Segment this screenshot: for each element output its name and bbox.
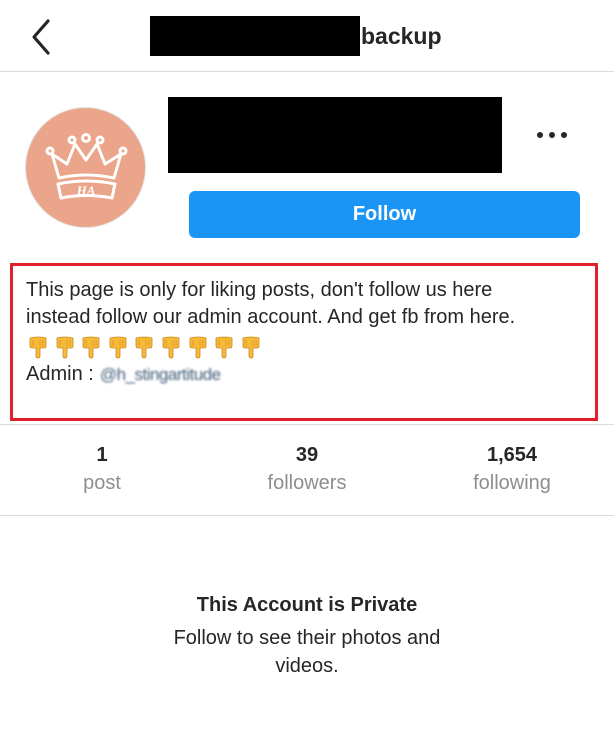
- pointing-down-emoji-icon: [189, 336, 206, 358]
- stat-following[interactable]: 1,654 following: [432, 442, 592, 498]
- pointing-down-emoji-icon: [109, 336, 127, 358]
- follow-button[interactable]: Follow: [189, 191, 580, 238]
- stat-posts[interactable]: 1 post: [22, 442, 182, 498]
- bio-section: This page is only for liking posts, don'…: [10, 263, 598, 421]
- svg-text:HA: HA: [76, 183, 96, 198]
- back-button[interactable]: [28, 18, 62, 56]
- admin-line: Admin : @h_stingartitude: [26, 361, 582, 388]
- more-horizontal-icon: [537, 132, 567, 138]
- following-count: 1,654: [486, 444, 538, 466]
- profile-stats: 1 post 39 followers 1,654 following: [0, 424, 614, 516]
- crown-logo-icon: HA: [45, 133, 128, 200]
- more-options-button[interactable]: [532, 126, 572, 144]
- pointing-down-emoji-icon: [162, 336, 180, 358]
- stat-followers[interactable]: 39 followers: [227, 442, 387, 498]
- private-account-notice: This Account is Private Follow to see th…: [0, 590, 614, 680]
- emoji-row: [26, 332, 582, 361]
- private-title: This Account is Private: [196, 594, 418, 616]
- chevron-left-icon: [32, 19, 50, 55]
- pointing-down-emoji-icon: [135, 336, 153, 358]
- redacted-display-name-block: [168, 97, 502, 173]
- admin-handle-link[interactable]: @h_stingartitude: [100, 361, 221, 388]
- pointing-down-emoji-icon: [215, 336, 233, 358]
- pointing-down-emoji-icon: [29, 336, 47, 358]
- pointing-down-emoji-icon: [82, 336, 100, 358]
- pointing-down-emoji-icon: [242, 336, 260, 358]
- posts-count: 1: [96, 444, 108, 466]
- followers-count: 39: [295, 444, 319, 466]
- avatar[interactable]: HA: [25, 107, 146, 228]
- admin-label: Admin :: [26, 363, 94, 385]
- redacted-username-block: [150, 16, 360, 56]
- bio-line-2: instead follow our admin account. And ge…: [26, 306, 516, 328]
- page-title: backup: [150, 16, 442, 56]
- following-label: following: [473, 472, 551, 494]
- top-header: backup: [0, 0, 614, 72]
- posts-label: post: [83, 472, 121, 494]
- pointing-down-emoji-icon: [56, 336, 73, 358]
- followers-label: followers: [267, 472, 347, 494]
- title-suffix: backup: [361, 22, 442, 49]
- private-subtitle: Follow to see their photos and videos.: [173, 627, 441, 677]
- bio-line-1: This page is only for liking posts, don'…: [26, 279, 493, 301]
